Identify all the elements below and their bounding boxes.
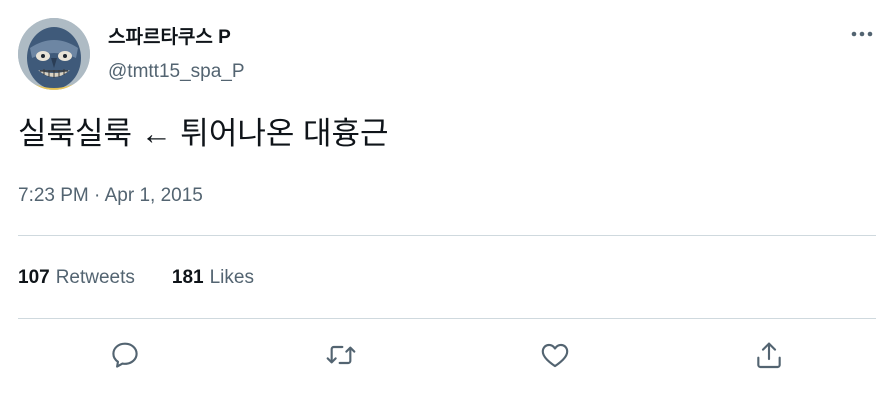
user-handle[interactable]: @tmtt15_spa_P (108, 60, 245, 84)
tweet-stats: 107 Retweets 181 Likes (18, 266, 254, 290)
ellipsis-icon (851, 31, 873, 37)
tweet-text: 실룩실룩 ← 튀어나온 대흉근 (18, 116, 389, 151)
divider (18, 318, 876, 319)
speech-bubble-icon (112, 342, 138, 368)
likes-count: 181 (171, 267, 204, 288)
share-button[interactable] (750, 336, 788, 374)
retweet-button[interactable] (322, 336, 360, 374)
likes-stat[interactable]: 181 Likes (172, 266, 254, 290)
retweets-stat[interactable]: 107 Retweets (18, 266, 135, 290)
likes-label: Likes (209, 267, 254, 288)
retweet-arrows-icon (326, 345, 356, 365)
retweets-count: 107 (18, 267, 50, 288)
reply-button[interactable] (106, 336, 144, 374)
masked-face-avatar (18, 18, 90, 90)
tweet-timestamp[interactable]: 7:23 PM · Apr 1, 2015 (18, 184, 203, 208)
avatar[interactable] (18, 18, 90, 90)
divider (18, 235, 876, 236)
share-upload-icon (757, 342, 781, 369)
more-options-button[interactable] (848, 20, 876, 48)
retweets-label: Retweets (55, 267, 135, 288)
display-name[interactable]: 스파르타쿠스 P (108, 26, 231, 50)
like-button[interactable] (536, 336, 574, 374)
heart-icon (541, 343, 569, 368)
